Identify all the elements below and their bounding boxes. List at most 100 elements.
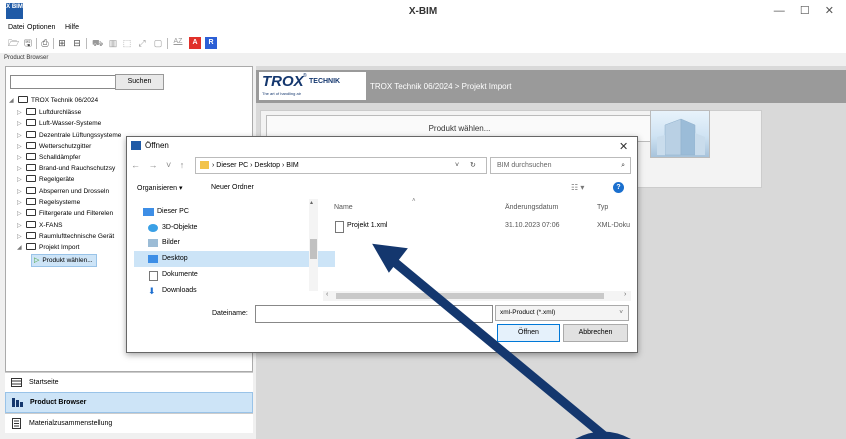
tree-item-label: Dezentrale Lüftungssysteme: [39, 132, 122, 139]
refresh-icon[interactable]: ↻: [470, 158, 476, 173]
expand-arrow-icon[interactable]: ⤢: [137, 38, 147, 48]
navigation-arrows[interactable]: ← → ˅ ↑: [131, 160, 187, 170]
sidebar-label: Bilder: [162, 239, 180, 246]
r-blue-icon[interactable]: R: [205, 37, 217, 49]
view-options-icon[interactable]: ☷ ▾: [571, 183, 584, 192]
sidebar-scroll-thumb[interactable]: [310, 239, 317, 259]
help-icon[interactable]: ?: [613, 182, 624, 193]
tree-item[interactable]: ▷ Wetterschutzgitter: [17, 141, 91, 152]
scroll-up-icon[interactable]: ▴: [310, 199, 313, 206]
tree-item-produkt-waehlen[interactable]: ▷ Produkt wählen...: [31, 254, 97, 267]
nav-materialzusammenstellung[interactable]: Materialzusammenstellung: [5, 413, 253, 433]
folder-icon: [26, 142, 36, 149]
expand-box-icon[interactable]: ⊟: [72, 38, 82, 48]
scroll-left-icon[interactable]: ‹: [326, 291, 328, 298]
folder-icon: [26, 232, 36, 239]
tree-item[interactable]: ▷ X-FANS: [17, 220, 62, 231]
tree-root[interactable]: ◢ TROX Technik 06/2024: [9, 95, 98, 106]
tree-item-label: Wetterschutzgitter: [39, 143, 92, 150]
app-title: X-BIM: [408, 6, 438, 17]
sidebar-item-3d-objekte[interactable]: 3D-Objekte: [148, 222, 197, 234]
column-header-name[interactable]: Name: [334, 204, 353, 211]
search-button[interactable]: Suchen: [115, 74, 164, 90]
folder-icon: [18, 96, 28, 103]
tree-item-label: Absperren und Drosseln: [39, 188, 110, 195]
sidebar-item-desktop[interactable]: Desktop: [148, 253, 188, 265]
file-name[interactable]: Projekt 1.xml: [347, 222, 387, 229]
tree-item[interactable]: ▷ Raumlufttechnische Gerät: [17, 231, 114, 242]
nav-startseite[interactable]: Startseite: [5, 372, 253, 392]
product-list-icon[interactable]: ▥: [108, 38, 118, 48]
open-button[interactable]: Öffnen: [497, 324, 560, 342]
trox-logo-technik: TECHNIK: [309, 78, 341, 85]
file-date: 31.10.2023 07:06: [505, 222, 560, 229]
sidebar-item-dieser-pc[interactable]: Dieser PC: [143, 206, 189, 218]
tree-item-label: Regelsysteme: [39, 199, 81, 206]
filetype-select[interactable]: xml-Product (*.xml) ˅: [495, 305, 629, 321]
tree-item[interactable]: ▷ Schalldämpfer: [17, 152, 81, 163]
search-input[interactable]: [10, 75, 118, 89]
frame-icon[interactable]: ⬚: [122, 38, 132, 48]
cart-icon[interactable]: ⛟: [92, 38, 103, 48]
open-folder-icon[interactable]: 🗁: [8, 38, 19, 48]
menu-datei[interactable]: Datei: [8, 24, 24, 31]
neuer-ordner-button[interactable]: Neuer Ordner: [211, 184, 254, 191]
expand-arrow-icon[interactable]: ▷: [17, 209, 26, 220]
folder-icon: [26, 119, 36, 126]
add-box-icon[interactable]: ⊞: [57, 38, 67, 48]
menu-hilfe[interactable]: Hilfe: [65, 24, 79, 31]
tree-item[interactable]: ▷ Luft-Wasser-Systeme: [17, 118, 101, 129]
tree-item[interactable]: ▷ Regelsysteme: [17, 197, 80, 208]
folder-icon: [26, 209, 36, 216]
print-icon[interactable]: ⎙: [40, 38, 50, 48]
tree-item[interactable]: ▷ Regelgeräte: [17, 174, 74, 185]
cancel-button[interactable]: Abbrechen: [563, 324, 628, 342]
address-bar[interactable]: › Dieser PC › Desktop › BIM ˅ ↻: [195, 157, 487, 174]
tree-item[interactable]: ▷ Absperren und Drosseln: [17, 186, 109, 197]
dialog-search-input[interactable]: BIM durchsuchen ⌕: [490, 157, 631, 174]
a-red-icon[interactable]: A: [189, 37, 201, 49]
toolbar-separator: [86, 38, 87, 49]
expand-arrow-icon[interactable]: ▷: [17, 175, 26, 186]
sidebar-item-downloads[interactable]: ⬇ Downloads: [148, 285, 197, 297]
nav-label: Materialzusammenstellung: [29, 420, 113, 427]
column-header-type[interactable]: Typ: [597, 204, 608, 211]
tree-item-label: Brand-und Rauchschutzsy: [39, 165, 116, 172]
tree-item[interactable]: ▷ Brand-und Rauchschutzsy: [17, 163, 115, 174]
sidebar-item-bilder[interactable]: Bilder: [148, 237, 180, 249]
tree-item[interactable]: ▷ Filtergerate und Filterelen: [17, 208, 113, 219]
tree-item[interactable]: ▷ Dezentrale Lüftungssysteme: [17, 130, 121, 141]
window-controls[interactable]: — ☐ ✕: [774, 4, 840, 17]
trox-logo-word: TROX: [262, 73, 304, 90]
chevron-down-icon: ˅: [619, 309, 623, 316]
sort-indicator-icon: ˄: [412, 198, 416, 204]
collapse-arrow-icon[interactable]: ◢: [9, 96, 18, 107]
nav-product-browser[interactable]: Product Browser: [5, 392, 253, 413]
expand-arrow-icon[interactable]: ▷: [17, 119, 26, 130]
sidebar-item-dokumente[interactable]: Dokumente: [149, 269, 198, 281]
file-type: XML-Doku: [597, 222, 631, 229]
expand-arrow-icon[interactable]: ◢: [17, 243, 26, 254]
sort-az-icon[interactable]: AZ: [171, 37, 185, 47]
horizontal-scroll-thumb[interactable]: [336, 293, 604, 299]
scroll-right-icon[interactable]: ›: [624, 291, 626, 298]
download-icon: ⬇: [148, 286, 156, 296]
close-icon[interactable]: ✕: [619, 140, 628, 153]
save-icon[interactable]: 🖫: [23, 38, 33, 48]
trox-tagline: The art of handling air: [262, 91, 301, 96]
toolbar-separator: [167, 38, 168, 49]
chevron-down-icon[interactable]: ˅: [455, 158, 459, 173]
dialog-app-icon: [131, 141, 141, 150]
document-icon: [149, 271, 158, 281]
filename-input[interactable]: [255, 305, 493, 323]
menu-optionen[interactable]: Optionen: [27, 24, 55, 31]
trox-registered-mark: ®: [303, 73, 307, 79]
organisieren-button[interactable]: Organisieren ▾: [137, 184, 183, 192]
computer-icon: [143, 208, 154, 216]
tree-item[interactable]: ▷ Luftdurchlässe: [17, 107, 81, 118]
column-header-date[interactable]: Änderungsdatum: [505, 204, 558, 211]
maximize-icon[interactable]: ▢: [153, 38, 163, 48]
nav-label: Product Browser: [30, 399, 87, 406]
tree-item[interactable]: ◢ Projekt Import: [17, 242, 79, 253]
address-path: › Dieser PC › Desktop › BIM: [212, 162, 299, 169]
